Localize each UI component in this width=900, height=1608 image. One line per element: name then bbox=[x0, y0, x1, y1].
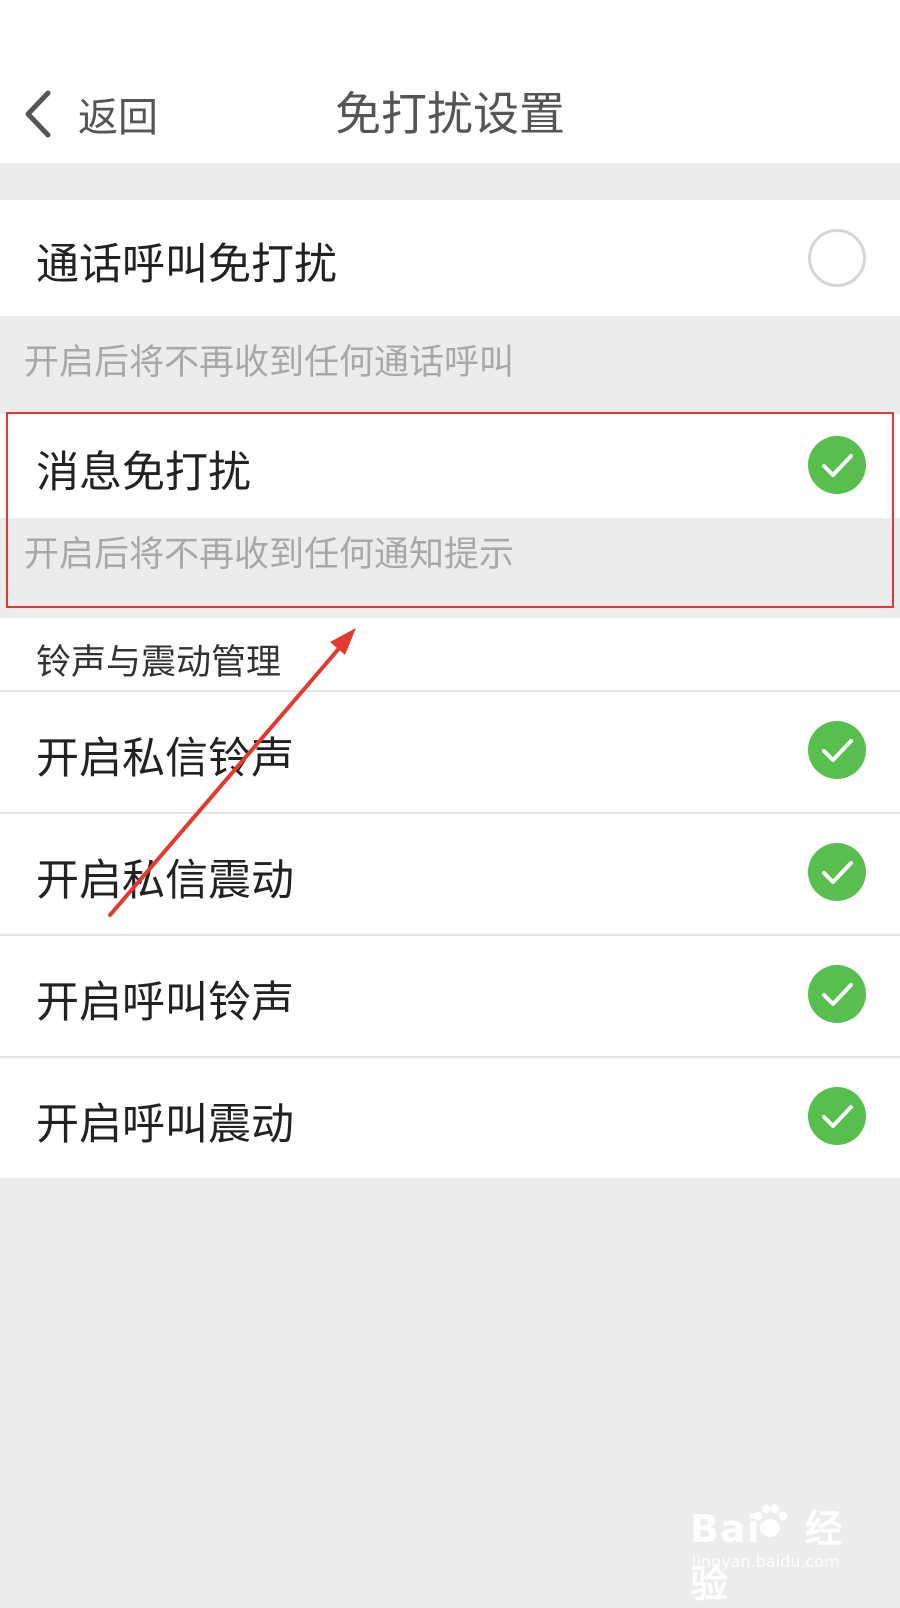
call-dnd-toggle[interactable] bbox=[808, 229, 866, 287]
setting-label: 开启呼叫铃声 bbox=[36, 978, 294, 1028]
section-title: 铃声与震动管理 bbox=[36, 643, 282, 683]
paw-icon bbox=[753, 1504, 788, 1537]
message-ringtone-toggle[interactable] bbox=[808, 721, 866, 779]
setting-label: 通话呼叫免打扰 bbox=[36, 240, 337, 290]
setting-description-block: 开启后将不再收到任何通话呼叫 bbox=[0, 316, 900, 396]
annotation-highlight-box bbox=[6, 412, 894, 608]
setting-row-call-ringtone[interactable]: 开启呼叫铃声 bbox=[0, 936, 900, 1056]
setting-label: 开启呼叫震动 bbox=[36, 1100, 294, 1150]
check-icon bbox=[822, 739, 853, 762]
message-vibration-toggle[interactable] bbox=[808, 843, 866, 901]
setting-row-call-vibration[interactable]: 开启呼叫震动 bbox=[0, 1058, 900, 1178]
baidu-jingyan-watermark: Bai 经验 jingyan.baidu.com bbox=[690, 1498, 880, 1606]
setting-label: 开启私信铃声 bbox=[36, 734, 294, 784]
nav-header: 返回 免打扰设置 bbox=[0, 0, 900, 163]
check-icon bbox=[822, 1105, 853, 1128]
check-icon bbox=[822, 861, 853, 884]
watermark-url: jingyan.baidu.com bbox=[692, 1552, 840, 1571]
check-icon bbox=[822, 983, 853, 1006]
call-vibration-toggle[interactable] bbox=[808, 1087, 866, 1145]
setting-row-message-vibration[interactable]: 开启私信震动 bbox=[0, 814, 900, 934]
page-title: 免打扰设置 bbox=[335, 87, 565, 141]
call-ringtone-toggle[interactable] bbox=[808, 965, 866, 1023]
setting-description: 开启后将不再收到任何通话呼叫 bbox=[24, 343, 515, 383]
setting-row-message-ringtone[interactable]: 开启私信铃声 bbox=[0, 692, 900, 812]
section-header: 铃声与震动管理 bbox=[0, 618, 900, 690]
setting-label: 开启私信震动 bbox=[36, 856, 294, 906]
setting-row-call-dnd[interactable]: 通话呼叫免打扰 bbox=[0, 200, 900, 316]
